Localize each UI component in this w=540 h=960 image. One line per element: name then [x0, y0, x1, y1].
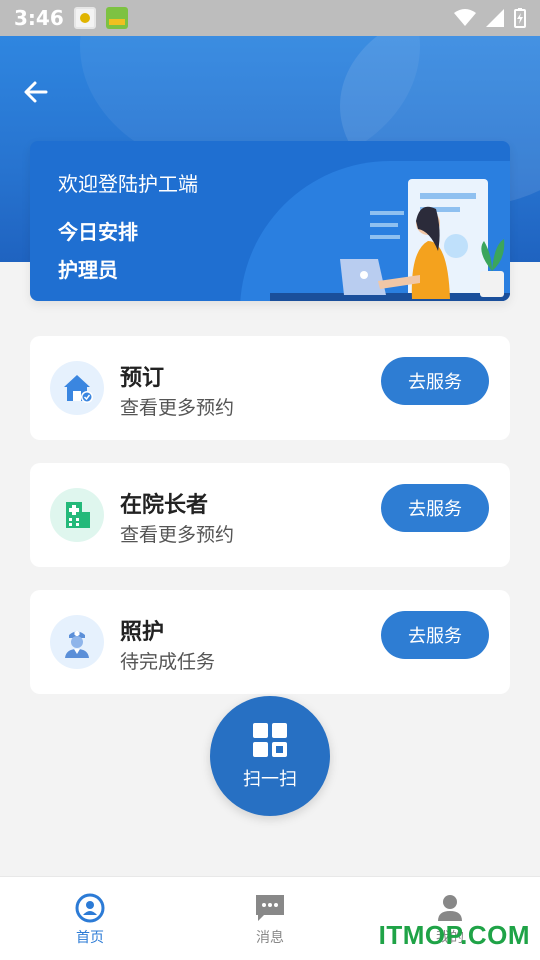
card-subtitle: 待完成任务 [120, 651, 216, 673]
card-title: 预订 [120, 366, 165, 391]
signal-icon [486, 9, 504, 27]
arrow-left-icon [24, 81, 48, 103]
wifi-icon [454, 9, 476, 26]
scan-label: 扫一扫 [243, 769, 297, 790]
nurse-icon [50, 615, 104, 669]
status-indicators [454, 8, 526, 28]
message-icon [256, 895, 284, 921]
person-icon [438, 895, 462, 921]
status-bar: 3:46 [0, 0, 540, 36]
home-user-icon [75, 893, 105, 923]
hospital-icon [50, 488, 104, 542]
status-time: 3:46 [14, 6, 64, 30]
booking-card[interactable]: 预订 查看更多预约 去服务 [30, 336, 510, 440]
card-title: 在院长者 [120, 493, 209, 518]
watermark: ITMOP.COM [378, 920, 530, 950]
go-service-button[interactable]: 去服务 [381, 357, 489, 405]
banner-role-text: 护理员 [58, 258, 118, 282]
banner-welcome-text: 欢迎登陆护工端 [58, 172, 198, 196]
scan-button[interactable]: 扫一扫 [210, 696, 330, 816]
tab-label: 消息 [256, 930, 284, 946]
back-button[interactable] [18, 74, 54, 110]
battery-icon [514, 8, 526, 28]
card-subtitle: 查看更多预约 [120, 397, 235, 419]
care-card[interactable]: 照护 待完成任务 去服务 [30, 590, 510, 694]
notification-app-icon [73, 7, 96, 29]
resident-elders-card[interactable]: 在院长者 查看更多预约 去服务 [30, 463, 510, 567]
house-check-icon [50, 361, 104, 415]
banner-schedule-text: 今日安排 [58, 220, 138, 244]
card-subtitle: 查看更多预约 [120, 524, 235, 546]
worker-illustration [270, 179, 510, 301]
card-title: 照护 [120, 620, 165, 645]
notification-app-icon [105, 7, 128, 29]
tab-messages[interactable]: 消息 [180, 877, 360, 960]
go-service-button[interactable]: 去服务 [381, 484, 489, 532]
scan-grid-icon [253, 723, 287, 757]
tab-label: 首页 [76, 930, 104, 946]
tab-home[interactable]: 首页 [0, 877, 180, 960]
go-service-button[interactable]: 去服务 [381, 611, 489, 659]
welcome-banner: 欢迎登陆护工端 今日安排 护理员 [30, 141, 510, 301]
